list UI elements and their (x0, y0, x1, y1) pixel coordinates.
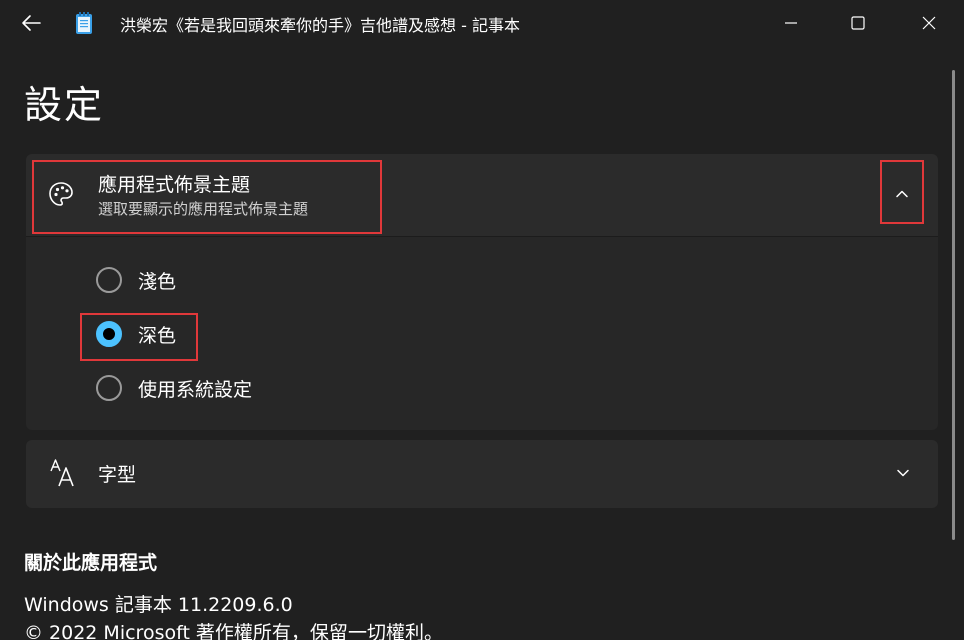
vertical-scrollbar[interactable] (952, 70, 955, 540)
font-setting-title: 字型 (98, 464, 137, 486)
theme-collapse-button[interactable] (882, 166, 922, 222)
maximize-icon (851, 16, 865, 30)
radio-button-system[interactable] (96, 375, 122, 401)
radio-label-system: 使用系統設定 (138, 378, 253, 401)
radio-system-theme[interactable]: 使用系統設定 (96, 371, 252, 405)
back-arrow-icon (22, 15, 41, 31)
font-expand-button[interactable] (886, 456, 920, 490)
theme-expander-header[interactable]: 應用程式佈景主題 選取要顯示的應用程式佈景主題 (26, 154, 938, 237)
chevron-up-icon (896, 190, 908, 198)
radio-light-theme[interactable]: 淺色 (96, 263, 176, 297)
radio-label-dark: 深色 (138, 324, 177, 347)
window-title: 洪榮宏《若是我回頭來牽你的手》吉他譜及感想 - 記事本 (120, 16, 520, 35)
minimize-icon (785, 22, 797, 24)
font-icon (50, 459, 74, 487)
font-expander[interactable]: 字型 (26, 440, 938, 508)
notepad-window: 洪榮宏《若是我回頭來牽你的手》吉他譜及感想 - 記事本 設定 應用程式佈景主題 … (0, 0, 964, 640)
radio-label-light: 淺色 (138, 270, 177, 293)
close-icon (922, 16, 936, 30)
radio-dark-theme[interactable]: 深色 (96, 317, 176, 351)
page-title: 設定 (24, 83, 105, 127)
palette-icon (49, 182, 73, 206)
theme-options-panel: 淺色 深色 使用系統設定 (26, 237, 938, 430)
theme-setting-title: 應用程式佈景主題 (98, 174, 251, 196)
title-bar: 洪榮宏《若是我回頭來牽你的手》吉他譜及感想 - 記事本 (0, 0, 964, 46)
maximize-button[interactable] (835, 0, 881, 46)
about-copyright: © 2022 Microsoft 著作權所有，保留一切權利。 (24, 622, 443, 640)
radio-button-dark[interactable] (96, 321, 122, 347)
about-version: Windows 記事本 11.2209.6.0 (24, 594, 293, 616)
chevron-down-icon (897, 469, 909, 477)
back-button[interactable] (14, 8, 48, 38)
about-heading: 關於此應用程式 (24, 552, 158, 574)
notepad-app-icon (76, 12, 92, 34)
radio-button-light[interactable] (96, 267, 122, 293)
close-button[interactable] (906, 0, 952, 46)
minimize-button[interactable] (768, 0, 814, 46)
theme-setting-description: 選取要顯示的應用程式佈景主題 (98, 200, 309, 218)
